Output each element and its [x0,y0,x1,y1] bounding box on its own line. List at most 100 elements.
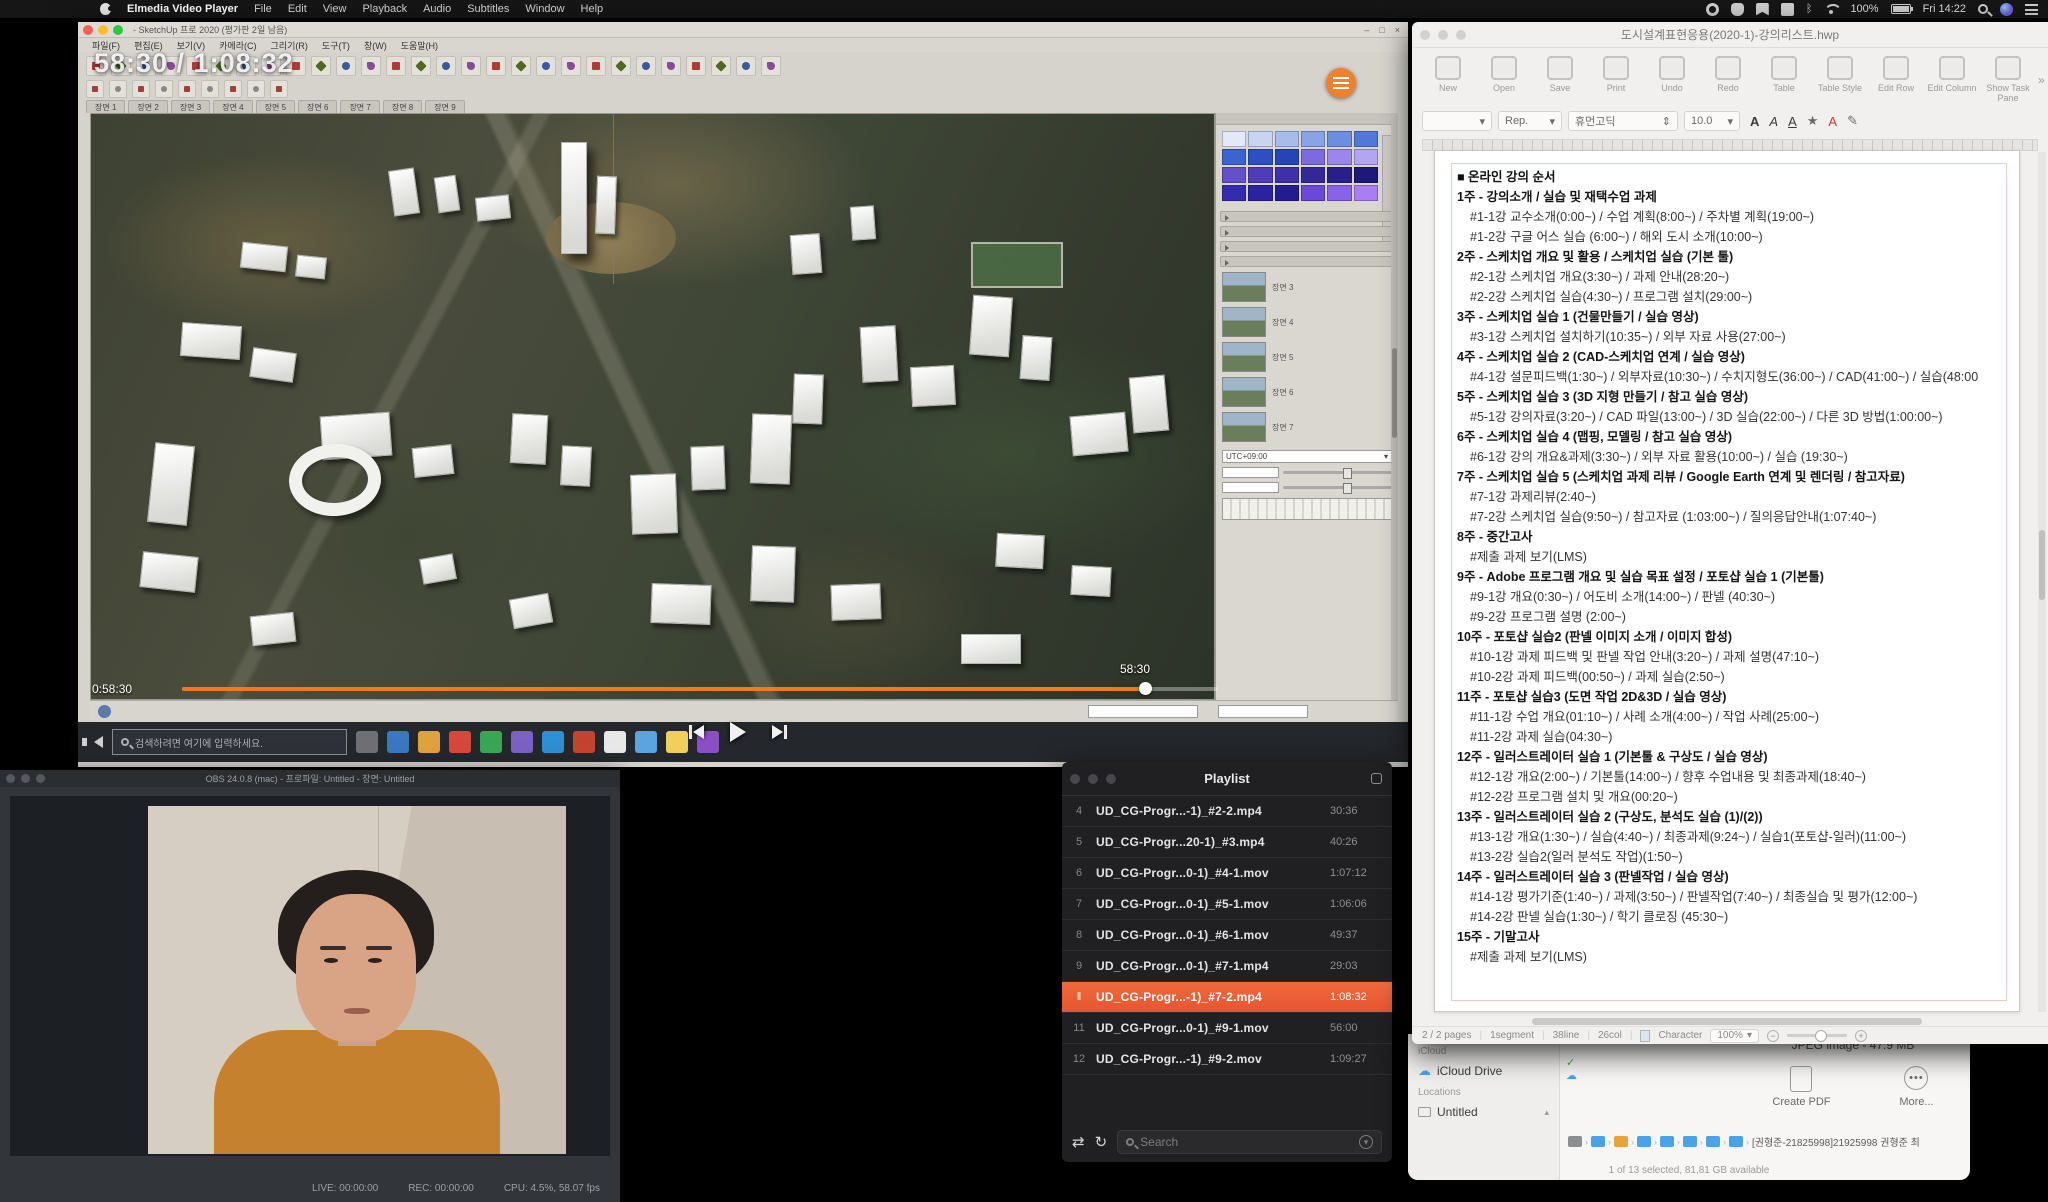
sketchup-tool-icon[interactable] [761,56,781,76]
sketchup-tool-icon[interactable] [270,80,288,98]
color-swatch[interactable] [1327,167,1351,183]
taskbar-app-icon[interactable] [449,731,471,753]
color-swatch[interactable] [1248,131,1272,147]
color-swatch[interactable] [1248,185,1272,201]
sketchup-tool-icon[interactable] [561,56,581,76]
hwp-toolbar-button[interactable]: Edit Column [1926,56,1978,103]
color-swatch[interactable] [1275,131,1299,147]
rep-select[interactable]: Rep.▾ [1498,111,1562,131]
playlist-title-bar[interactable]: Playlist [1062,762,1392,796]
scene-thumbnail[interactable]: 장면 5 [1222,342,1392,372]
folder-icon[interactable] [1637,1136,1651,1147]
hwp-toolbar-button[interactable]: Edit Row [1870,56,1922,103]
tray-header[interactable] [1216,113,1398,125]
playlist-row[interactable]: 8 UD_CG-Progr...0-1)_#6-1.mov 49:37 [1062,920,1392,951]
more-button[interactable]: ••• More... [1899,1066,1933,1108]
shadow-date-slider[interactable] [1283,486,1392,489]
scene-tab[interactable]: 장면 8 [383,100,422,113]
folder-icon[interactable] [1614,1136,1628,1147]
tray-collapsed-section[interactable] [1220,226,1394,237]
measurement-box[interactable] [1218,705,1308,718]
status-field[interactable] [1088,705,1198,718]
sketchup-tool-icon[interactable] [736,56,756,76]
hwp-title-bar[interactable]: 도시설계표현응용(2020-1)-강의리스트.hwp [1412,22,2048,48]
zoom-select[interactable]: 100%▾ [1710,1029,1759,1043]
menubar-item[interactable]: Help [581,3,604,15]
spotlight-search-icon[interactable] [1978,4,1988,14]
playlist-row[interactable]: 5 UD_CG-Progr...20-1)_#3.mp4 40:26 [1062,827,1392,858]
tray-collapsed-section[interactable] [1220,211,1394,222]
folder-icon[interactable] [1706,1136,1720,1147]
style-select[interactable]: ▾ [1422,111,1492,131]
sidebar-item-icloud-drive[interactable]: ☁ iCloud Drive [1418,1061,1549,1081]
folder-icon[interactable] [1660,1136,1674,1147]
scene-thumbnail[interactable]: 장면 7 [1222,412,1392,442]
taskbar-app-icon[interactable] [511,731,533,753]
color-swatch[interactable] [1327,149,1351,165]
sketchup-tool-icon[interactable] [636,56,656,76]
hwp-toolbar-button[interactable]: Show Task Pane [1982,56,2034,103]
color-swatch[interactable] [1275,167,1299,183]
sketchup-tool-icon[interactable] [361,56,381,76]
playlist-row[interactable]: 11 UD_CG-Progr...0-1)_#9-1.mov 56:00 [1062,1013,1392,1044]
pencil-icon[interactable]: ✎ [1847,113,1858,129]
sketchup-tool-icon[interactable] [411,56,431,76]
menubar-item[interactable]: View [323,3,347,15]
color-swatch[interactable] [1301,131,1325,147]
hwp-toolbar-button[interactable]: Table Style [1814,56,1866,103]
color-swatch[interactable] [1222,185,1246,201]
scene-thumbnail[interactable]: 장면 6 [1222,377,1392,407]
menubar-item[interactable]: Window [525,3,564,15]
next-track-button[interactable] [772,725,787,739]
highlight-button[interactable]: ★ [1807,113,1819,129]
taskbar-app-icon[interactable] [604,731,626,753]
apple-menu-icon[interactable] [100,3,111,15]
playlist-search-field[interactable]: Search ▾ [1117,1130,1382,1154]
menubar-app-name[interactable]: Elmedia Video Player [127,3,238,15]
folder-icon[interactable] [1591,1136,1605,1147]
scene-tab[interactable]: 장면 6 [298,100,337,113]
font-color-button[interactable]: A [1828,114,1837,129]
scene-tab[interactable]: 장면 3 [171,100,210,113]
bookmark-status-icon[interactable] [1756,3,1769,16]
tray-collapsed-section[interactable] [1220,256,1394,267]
color-swatch[interactable] [1275,185,1299,201]
page-view-icon[interactable] [1640,1030,1650,1042]
scene-tab[interactable]: 장면 7 [340,100,379,113]
hwp-vertical-scrollbar[interactable] [2038,152,2046,1012]
color-swatch[interactable] [1354,185,1378,201]
taskbar-app-icon[interactable] [387,731,409,753]
sketchup-tool-icon[interactable] [201,80,219,98]
sketchup-menu-item[interactable]: 도구(T) [322,39,350,52]
sketchup-tool-icon[interactable] [486,56,506,76]
hwp-toolbar-button[interactable]: Save [1534,56,1586,103]
folder-icon[interactable] [1568,1136,1582,1147]
notification-center-icon[interactable] [2025,4,2038,15]
color-swatch[interactable] [1301,167,1325,183]
play-button[interactable] [730,722,746,742]
hwp-horizontal-scrollbar[interactable] [1532,1018,1922,1025]
chevron-down-icon[interactable]: ▾ [1359,1135,1373,1149]
previous-track-button[interactable] [689,725,704,739]
scene-tab[interactable]: 장면 2 [128,100,167,113]
sketchup-tool-icon[interactable] [536,56,556,76]
sketchup-tool-icon[interactable] [132,80,150,98]
timezone-select[interactable]: UTC+09:00▾ [1222,450,1392,463]
playlist-row[interactable]: 9 UD_CG-Progr...0-1)_#7-1.mp4 29:03 [1062,951,1392,982]
player-menu-button[interactable] [1326,68,1356,98]
sketchup-tool-icon[interactable] [661,56,681,76]
color-swatch[interactable] [1301,185,1325,201]
sketchup-tool-icon[interactable] [511,56,531,76]
taskbar-app-icon[interactable] [542,731,564,753]
path-file-label[interactable]: [권형준-21825998]21925998 권형준 최 [1752,1134,1920,1149]
sketchup-menu-item[interactable]: 창(W) [364,39,387,52]
eject-icon[interactable]: ▴ [1544,1107,1549,1118]
shadow-time-slider[interactable] [1283,471,1392,474]
font-family-select[interactable]: 휴먼고딕⇕ [1568,111,1678,131]
color-swatch[interactable] [1275,149,1299,165]
color-swatch[interactable] [1248,167,1272,183]
obs-title-bar[interactable]: OBS 24.0.8 (mac) - 프로파일: Untitled - 장면: … [0,770,620,787]
folder-icon[interactable] [1683,1136,1697,1147]
sketchup-tool-icon[interactable] [336,56,356,76]
sketchup-tool-icon[interactable] [611,56,631,76]
